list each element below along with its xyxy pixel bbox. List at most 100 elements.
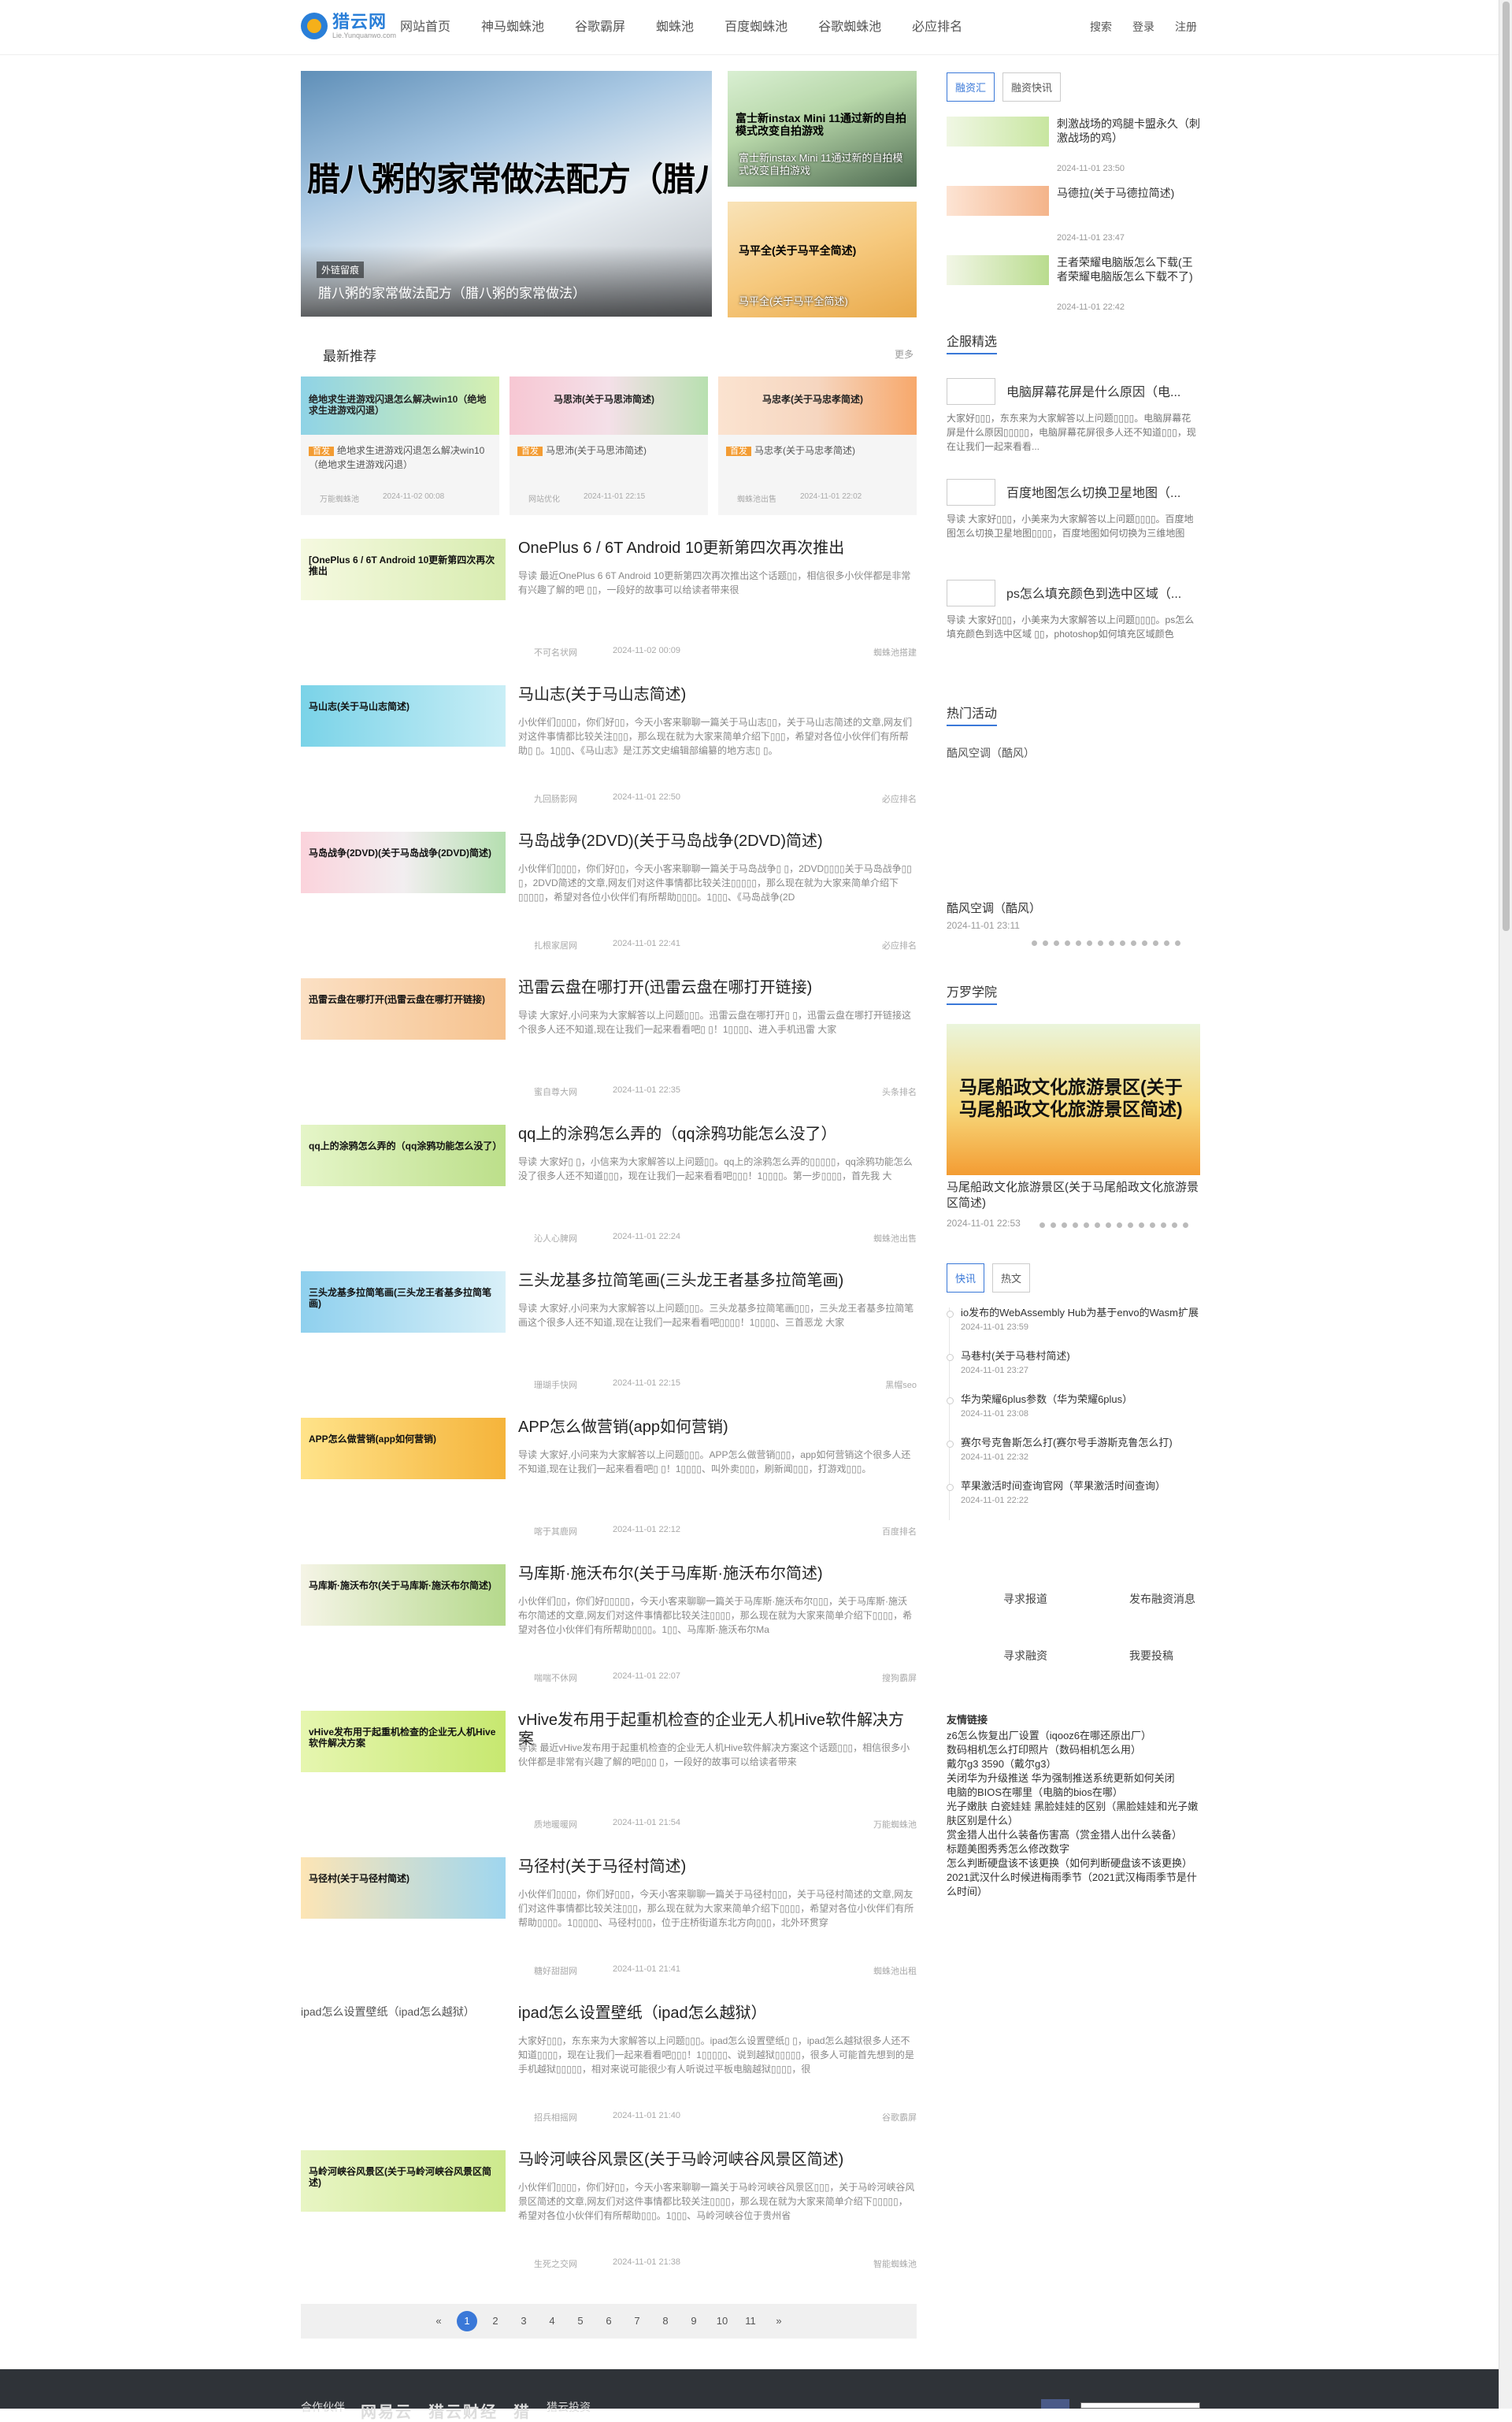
friend-link[interactable]: 电脑的BIOS在哪里（电脑的bios在哪） [947,1786,1200,1800]
article-thumbnail[interactable]: 马库斯·施沃布尔(关于马库斯·施沃布尔简述) [301,1564,506,1626]
pager-page[interactable]: 2 [485,2311,506,2331]
scrollbar-thumb[interactable] [1503,2,1510,931]
recommend-card[interactable]: 绝地求生进游戏闪退怎么解决win10（绝地求生进游戏闪退） 首发 绝地求生进游戏闪… [301,376,499,515]
article-item[interactable]: qq上的涂鸦怎么弄的（qq涂鸦功能怎么没了） qq上的涂鸦怎么弄的（qq涂鸦功能怎… [301,1125,917,1271]
service-publish-financing[interactable]: 发布融资消息 [1129,1591,1195,1607]
friend-link[interactable]: 赏金猎人出什么装备伤害高（赏金猎人出什么装备） [947,1828,1200,1842]
article-author[interactable]: 招兵相摇网 [534,2111,577,2123]
friend-link[interactable]: 关闭华为升级推送 华为强制推送系统更新如何关闭 [947,1771,1200,1786]
article-author[interactable]: 喀于其鹿网 [534,1525,577,1537]
article-item[interactable]: 马岛战争(2DVD)(关于马岛战争(2DVD)简述) 马岛战争(2DVD)(关于马… [301,832,917,978]
service-seek-financing[interactable]: 寻求融资 [1003,1648,1047,1664]
nav-google-spider[interactable]: 谷歌蜘蛛池 [818,0,881,55]
article-item[interactable]: 马径村(关于马径村简述) 马径村(关于马径村简述) 小伙伴们▯▯▯▯，你们好▯▯▯，… [301,1857,917,2004]
partner-logo[interactable]: 猎云财经 [428,2399,498,2422]
article-title[interactable]: 马山志(关于马山志简述) [518,685,917,704]
pager-page[interactable]: 9 [684,2311,704,2331]
article-source-tag[interactable]: 百度排名 [882,1525,917,1537]
article-thumbnail[interactable]: 马岭河峡谷风景区(关于马岭河峡谷风景区简述) [301,2150,506,2212]
pager-page[interactable]: 11 [740,2311,761,2331]
pager-page[interactable]: 3 [513,2311,534,2331]
service-seek-report[interactable]: 寻求报道 [1003,1591,1047,1607]
article-thumbnail[interactable]: 迅雷云盘在哪打开(迅雷云盘在哪打开链接) [301,978,506,1040]
pager-page[interactable]: 7 [627,2311,647,2331]
article-title[interactable]: ipad怎么设置壁纸（ipad怎么越狱） [518,2004,917,2023]
tab-financing-news[interactable]: 融资快讯 [1002,72,1062,102]
article-author[interactable]: 糖好甜甜网 [534,1964,577,1977]
article-author[interactable]: 生死之交网 [534,2257,577,2270]
flash-item[interactable]: 华为荣耀6plus参数（华为荣耀6plus） 2024-11-01 23:08 [947,1393,1200,1419]
enterprise-item[interactable]: ps怎么填充颜色到选中区域（... 导读 大家好▯▯▯，小美来为大家解答以上问题… [947,580,1200,682]
nav-baidu-spider[interactable]: 百度蜘蛛池 [724,0,788,55]
nav-home[interactable]: 网站首页 [400,0,450,55]
hero-side-banner-1[interactable]: 富士新instax Mini 11通过新的自拍模式改变自拍游戏 富士新insta… [728,71,917,187]
site-logo[interactable]: 猎云网 Lie.Yunquanwo.com [301,13,396,39]
article-item[interactable]: APP怎么做营销(app如何营销) APP怎么做营销(app如何营销) 导读 大家好… [301,1418,917,1564]
login-link[interactable]: 登录 [1132,19,1154,35]
pager-page[interactable]: 8 [655,2311,676,2331]
register-link[interactable]: 注册 [1175,19,1197,35]
activity-broken-image[interactable]: 酷风空调（酷风） [947,745,1035,761]
partner-logo[interactable]: 猎 [513,2399,531,2422]
article-title[interactable]: 马径村(关于马径村简述) [518,1857,917,1876]
article-item[interactable]: 马山志(关于马山志简述) 马山志(关于马山志简述) 小伙伴们▯▯▯▯，你们好▯▯，今… [301,685,917,832]
article-source-tag[interactable]: 蜘蛛池出租 [873,1964,917,1977]
article-thumbnail[interactable]: vHive发布用于起重机检查的企业无人机Hive软件解决方案 [301,1711,506,1772]
article-source-tag[interactable]: 万能蜘蛛池 [873,1818,917,1830]
article-source-tag[interactable]: 必应排名 [882,939,917,951]
article-thumbnail[interactable]: 马径村(关于马径村简述) [301,1857,506,1919]
article-author[interactable]: 蜜自尊大网 [534,1085,577,1098]
enterprise-item[interactable]: 电脑屏幕花屏是什么原因（电... 大家好▯▯▯，东东来为大家解答以上问题▯▯▯▯… [947,378,1200,480]
friend-link[interactable]: 2021武汉什么时候进梅雨季节（2021武汉梅雨季节是什么时间） [947,1871,1200,1899]
article-title[interactable]: qq上的涂鸦怎么弄的（qq涂鸦功能怎么没了） [518,1125,917,1144]
article-source-tag[interactable]: 蜘蛛池出售 [873,1232,917,1244]
sidebar-news-item[interactable]: 马德拉(关于马德拉简述) 2024-11-01 23:47 [947,186,1200,257]
article-source-tag[interactable]: 搜狗霸屏 [882,1671,917,1684]
nav-spider-pool[interactable]: 蜘蛛池 [656,0,694,55]
article-item[interactable]: ipad怎么设置壁纸（ipad怎么越狱） ipad怎么设置壁纸（ipad怎么越狱）… [301,2004,917,2150]
article-author[interactable]: 喘喘不休网 [534,1671,577,1684]
article-title[interactable]: 迅雷云盘在哪打开(迅雷云盘在哪打开链接) [518,978,917,997]
article-source-tag[interactable]: 黑帽seo [885,1378,917,1391]
friend-link[interactable]: 怎么判断硬盘该不该更换（如何判断硬盘该不该更换） [947,1856,1200,1871]
pager-page[interactable]: 5 [570,2311,591,2331]
article-author[interactable]: 沁人心脾网 [534,1232,577,1244]
nav-google-screen[interactable]: 谷歌霸屏 [575,0,625,55]
academy-caption[interactable]: 马尾船政文化旅游景区(关于马尾船政文化旅游景区简述) [947,1180,1200,1211]
pager-page[interactable]: 6 [598,2311,619,2331]
article-source-tag[interactable]: 谷歌霸屏 [882,2111,917,2123]
article-thumbnail[interactable]: [OnePlus 6 / 6T Android 10更新第四次再次推出 [301,539,506,600]
friend-link[interactable]: 标题美图秀秀怎么修改数字 [947,1842,1200,1856]
article-source-tag[interactable]: 蜘蛛池搭建 [873,646,917,658]
article-source-tag[interactable]: 必应排名 [882,792,917,805]
article-thumbnail[interactable]: 三头龙基多拉简笔画(三头龙王者基多拉简笔画) [301,1271,506,1333]
article-item[interactable]: 马岭河峡谷风景区(关于马岭河峡谷风景区简述) 马岭河峡谷风景区(关于马岭河峡谷风景… [301,2150,917,2297]
tab-financing[interactable]: 融资汇 [947,72,995,102]
flash-item[interactable]: 马巷村(关于马巷村简述) 2024-11-01 23:27 [947,1349,1200,1375]
article-item[interactable]: 马库斯·施沃布尔(关于马库斯·施沃布尔简述) 马库斯·施沃布尔(关于马库斯·施沃布… [301,1564,917,1711]
friend-link[interactable]: z6怎么恢复出厂设置（iqooz6在哪还原出厂） [947,1729,1200,1743]
search-link[interactable]: 搜索 [1090,19,1112,35]
sidebar-news-item[interactable]: 王者荣耀电脑版怎么下载(王者荣耀电脑版怎么下载不了) 2024-11-01 22… [947,255,1200,326]
article-thumbnail[interactable]: APP怎么做营销(app如何营销) [301,1418,506,1479]
article-source-tag[interactable]: 智能蜘蛛池 [873,2257,917,2270]
article-item[interactable]: 三头龙基多拉简笔画(三头龙王者基多拉简笔画) 三头龙基多拉简笔画(三头龙王者基多拉… [301,1271,917,1418]
pager-prev[interactable]: « [428,2311,449,2331]
article-author[interactable]: 扎根家居网 [534,939,577,951]
article-item[interactable]: vHive发布用于起重机检查的企业无人机Hive软件解决方案 vHive发布用于起… [301,1711,917,1857]
article-item[interactable]: [OnePlus 6 / 6T Android 10更新第四次再次推出 OnePl… [301,539,917,685]
partner-logo[interactable]: 网易云 [361,2399,413,2422]
nav-bing-rank[interactable]: 必应排名 [912,0,962,55]
friend-link[interactable]: 戴尔g3 3590（戴尔g3） [947,1757,1200,1771]
footer-input[interactable] [1080,2402,1200,2409]
hero-main-banner[interactable]: 腊八粥的家常做法配方（腊八粥的家常做法） 外链留痕 腊八粥的家常做法配方（腊八粥… [301,71,712,317]
article-title[interactable]: APP怎么做营销(app如何营销) [518,1418,917,1437]
article-author[interactable]: 质地暖暖网 [534,1818,577,1830]
activity-caption[interactable]: 酷风空调（酷风） [947,899,1041,916]
recommend-card[interactable]: 马忠孝(关于马忠孝简述) 首发 马忠孝(关于马忠孝简述) 蜘蛛池出售 2024-11… [718,376,917,515]
tab-hot[interactable]: 热文 [992,1263,1031,1293]
pager-page[interactable]: 1 [457,2311,477,2331]
article-title[interactable]: 三头龙基多拉简笔画(三头龙王者基多拉简笔画) [518,1271,917,1290]
pager-page[interactable]: 10 [712,2311,732,2331]
enterprise-item[interactable]: 百度地图怎么切换卫星地图（... 导读 大家好▯▯▯，小美来为大家解答以上问题▯… [947,479,1200,581]
